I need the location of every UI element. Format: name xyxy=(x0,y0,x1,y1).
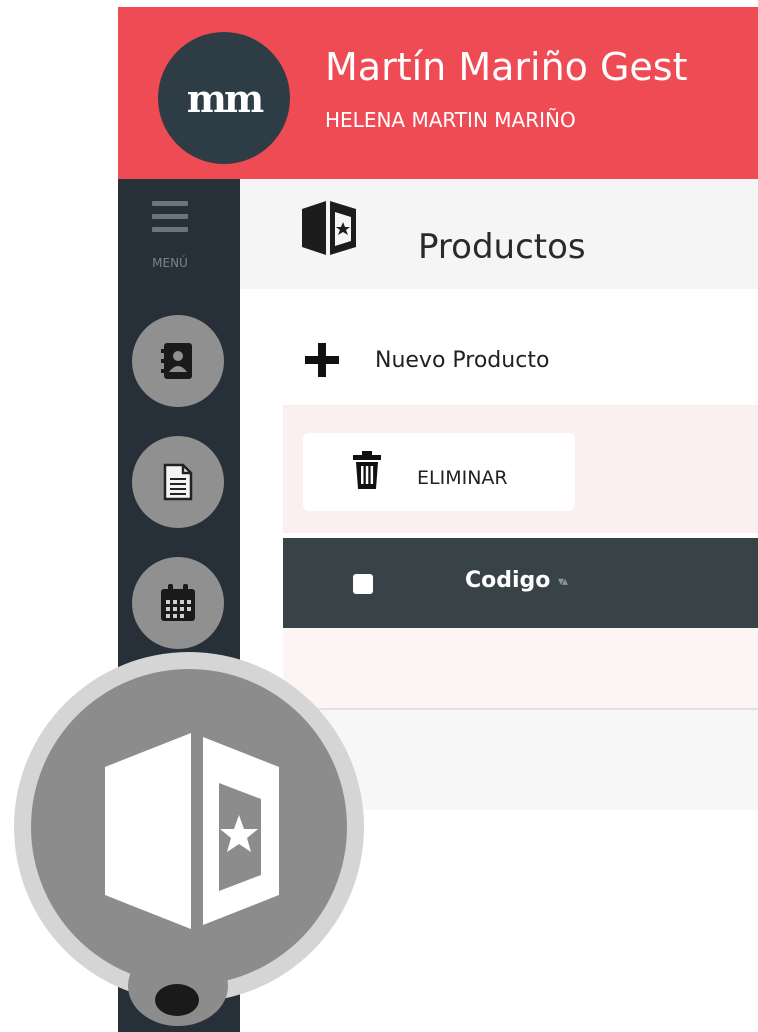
document-icon xyxy=(163,463,193,501)
table-body xyxy=(283,628,758,708)
actions-panel: ELIMINAR xyxy=(283,405,758,533)
table-header-row: Codigo ▾▴ xyxy=(283,538,758,628)
page-title: Productos xyxy=(418,227,586,267)
company-logo[interactable]: mm xyxy=(158,32,290,164)
menu-label: MENÚ xyxy=(152,256,188,270)
plus-icon xyxy=(305,343,339,377)
delete-button[interactable]: ELIMINAR xyxy=(303,433,575,511)
delete-label: ELIMINAR xyxy=(417,467,508,489)
new-product-button[interactable]: Nuevo Producto xyxy=(305,330,549,390)
hamburger-icon-bar xyxy=(152,227,188,232)
app-title: Martín Mariño Gest xyxy=(325,45,688,89)
products-box-icon xyxy=(302,201,356,255)
hamburger-icon xyxy=(152,201,188,206)
page-title-bar: Productos xyxy=(240,179,758,289)
chat-icon xyxy=(155,984,199,1016)
sort-icon[interactable]: ▾▴ xyxy=(558,574,568,588)
sidebar-item-documents[interactable] xyxy=(132,436,224,528)
select-all-checkbox[interactable] xyxy=(353,574,373,594)
column-header-codigo[interactable]: Codigo xyxy=(465,568,550,593)
products-box-icon xyxy=(105,733,279,929)
menu-toggle-button[interactable]: MENÚ xyxy=(146,201,194,270)
sidebar-item-products[interactable] xyxy=(31,669,347,985)
trash-icon xyxy=(353,451,381,489)
logo-text: mm xyxy=(186,75,264,121)
sidebar-item-calendar[interactable] xyxy=(132,557,224,649)
calendar-icon xyxy=(161,584,195,621)
app-header: mm Martín Mariño Gest HELENA MARTIN MARI… xyxy=(118,7,758,179)
new-product-label: Nuevo Producto xyxy=(375,347,550,373)
sidebar-item-chat[interactable] xyxy=(128,946,228,1026)
user-name: HELENA MARTIN MARIÑO xyxy=(325,108,576,132)
sidebar-item-contacts[interactable] xyxy=(132,315,224,407)
hamburger-icon-bar xyxy=(152,214,188,219)
contacts-book-icon xyxy=(161,343,192,379)
